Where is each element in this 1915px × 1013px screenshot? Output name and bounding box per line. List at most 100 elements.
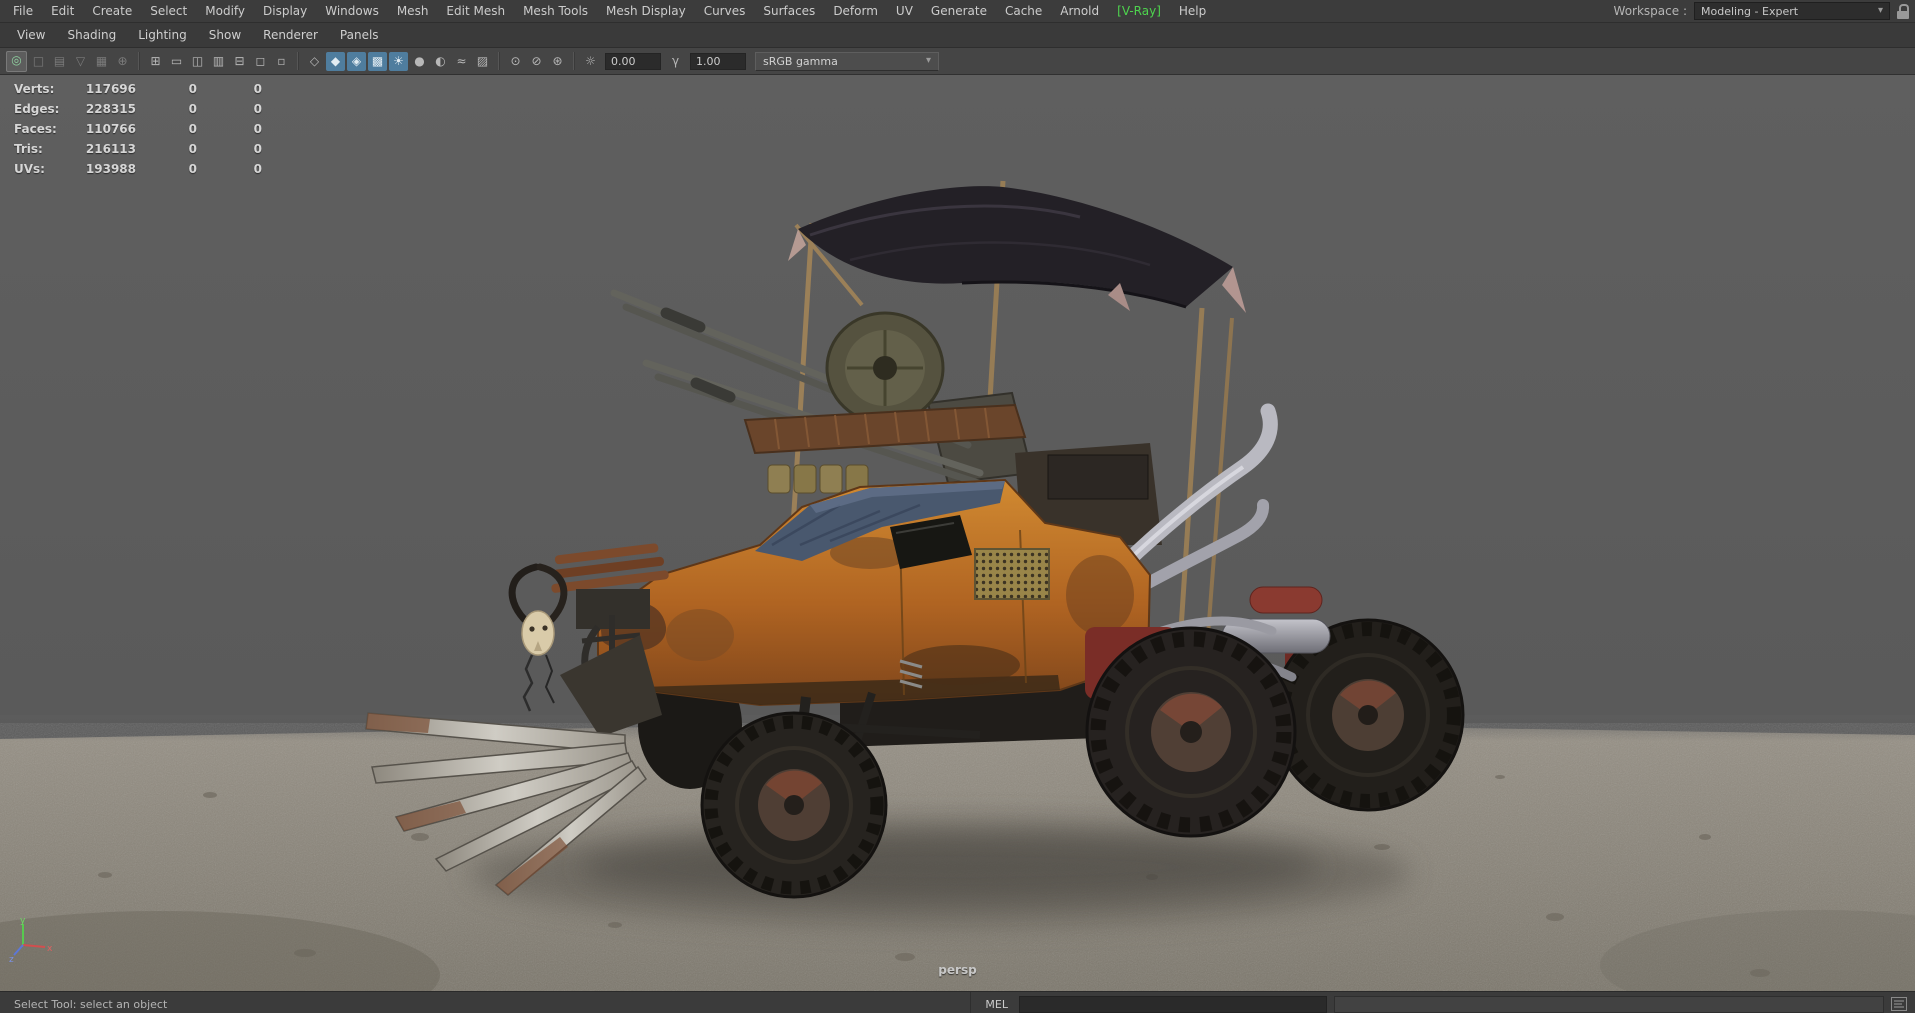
menu-item[interactable]: Create bbox=[83, 4, 141, 18]
image-plane-icon[interactable]: ▦ bbox=[92, 52, 111, 71]
hud-total-count: 228315 bbox=[85, 102, 136, 116]
menu-item[interactable]: Generate bbox=[922, 4, 996, 18]
hud-total-count: 117696 bbox=[85, 82, 136, 96]
wireframe-on-shaded-icon[interactable]: ◈ bbox=[347, 51, 366, 71]
separator bbox=[498, 52, 500, 70]
menu-item[interactable]: Surfaces bbox=[754, 4, 824, 18]
viewport[interactable]: Verts: 117696 0 0 Edges: 228315 0 0 Face… bbox=[0, 75, 1915, 991]
textured-icon[interactable]: ▩ bbox=[368, 51, 387, 71]
hud-label: UVs: bbox=[14, 162, 45, 176]
isolate-select-icon[interactable]: ⊙ bbox=[506, 52, 525, 71]
menu-item[interactable]: Deform bbox=[824, 4, 887, 18]
menu-item[interactable]: UV bbox=[887, 4, 922, 18]
hud-selected-count: 0 bbox=[188, 82, 197, 96]
color-management-select[interactable]: sRGB gamma ▾ bbox=[755, 51, 939, 71]
lock-camera-icon[interactable]: □ bbox=[29, 52, 48, 71]
camera-attributes-icon[interactable]: ▤ bbox=[50, 52, 69, 71]
command-result-field[interactable] bbox=[1334, 995, 1884, 1013]
menu-item[interactable]: Display bbox=[254, 4, 316, 18]
axis-y-label: y bbox=[20, 916, 26, 926]
workspace-value: Modeling - Expert bbox=[1701, 4, 1799, 18]
tool-help-text: Select Tool: select an object bbox=[14, 997, 168, 1011]
hud-selected-count: 0 bbox=[188, 122, 197, 136]
lock-workspace-icon[interactable] bbox=[1897, 3, 1909, 19]
ammo-drum bbox=[825, 311, 945, 425]
panel-menu-item[interactable]: Shading bbox=[56, 28, 127, 42]
hud-component-count: 0 bbox=[253, 102, 262, 116]
panel-menu-item[interactable]: View bbox=[6, 28, 56, 42]
separator bbox=[573, 52, 575, 70]
hud-row: Tris: 216113 0 0 bbox=[14, 139, 262, 159]
wireframe-icon[interactable]: ◇ bbox=[305, 52, 324, 71]
ambient-occlusion-icon[interactable]: ◐ bbox=[431, 52, 450, 71]
menu-item[interactable]: Cache bbox=[996, 4, 1051, 18]
menu-item[interactable]: Edit Mesh bbox=[437, 4, 514, 18]
menu-item[interactable]: Select bbox=[141, 4, 196, 18]
mel-command-input[interactable] bbox=[1019, 995, 1327, 1013]
panel-toolbar: ◎ □ ▤ ▽ ▦ ⊕ ⊞ ▭ ◫ ▥ ⊟ ◻ ▫ ◇ ◆ ◈ ▩ ☀ ● ◐ … bbox=[0, 48, 1915, 75]
safe-action-icon[interactable]: ◻ bbox=[251, 52, 270, 71]
grid-icon[interactable]: ⊞ bbox=[146, 52, 165, 71]
exposure-field[interactable]: 0.00 bbox=[605, 52, 661, 70]
pan-zoom-icon[interactable]: ⊕ bbox=[113, 52, 132, 71]
field-chart-icon[interactable]: ⊟ bbox=[230, 52, 249, 71]
chevron-down-icon: ▾ bbox=[925, 55, 931, 66]
hud-component-count: 0 bbox=[253, 122, 262, 136]
hud-label: Faces: bbox=[14, 122, 57, 136]
script-editor-icon[interactable] bbox=[1891, 997, 1907, 1011]
bookmarks-icon[interactable]: ▽ bbox=[71, 52, 90, 71]
menu-item[interactable]: [V-Ray] bbox=[1108, 4, 1170, 18]
panel-menu-item[interactable]: Lighting bbox=[127, 28, 198, 42]
workspace-selector[interactable]: Modeling - Expert ▾ bbox=[1694, 2, 1890, 20]
hud-label: Tris: bbox=[14, 142, 43, 156]
menu-item[interactable]: File bbox=[4, 4, 42, 18]
front-wheel bbox=[700, 711, 888, 899]
multisample-icon[interactable]: ▨ bbox=[473, 52, 492, 71]
axis-gizmo: y x z bbox=[9, 916, 53, 963]
main-menu-bar: File Edit Create Select Modify Display W… bbox=[0, 0, 1915, 23]
xray-icon[interactable]: ⊘ bbox=[527, 52, 546, 71]
axis-z-label: z bbox=[9, 955, 14, 963]
panel-menu-item[interactable]: Panels bbox=[329, 28, 390, 42]
exposure-icon[interactable]: ☼ bbox=[581, 52, 600, 71]
hud-total-count: 110766 bbox=[85, 122, 136, 136]
motion-blur-icon[interactable]: ≈ bbox=[452, 52, 471, 71]
menu-item[interactable]: Mesh Tools bbox=[514, 4, 597, 18]
panel-menu-item[interactable]: Show bbox=[198, 28, 252, 42]
hud-selected-count: 0 bbox=[188, 142, 197, 156]
hud-selected-count: 0 bbox=[188, 102, 197, 116]
color-management-value: sRGB gamma bbox=[763, 54, 838, 68]
rear-wheel bbox=[1085, 626, 1297, 838]
smooth-shade-icon[interactable]: ◆ bbox=[326, 51, 345, 71]
menu-item[interactable]: Mesh bbox=[388, 4, 438, 18]
gate-mask-icon[interactable]: ▥ bbox=[209, 52, 228, 71]
panel-menu-item[interactable]: Renderer bbox=[252, 28, 329, 42]
hud-row: Faces: 110766 0 0 bbox=[14, 119, 262, 139]
viewport-render bbox=[0, 75, 1915, 991]
safe-title-icon[interactable]: ▫ bbox=[272, 52, 291, 71]
gamma-icon[interactable]: γ bbox=[666, 52, 685, 71]
menu-item[interactable]: Curves bbox=[695, 4, 755, 18]
menu-item[interactable]: Arnold bbox=[1051, 4, 1108, 18]
status-bar: Select Tool: select an object MEL bbox=[0, 991, 1915, 1013]
film-gate-icon[interactable]: ▭ bbox=[167, 52, 186, 71]
shadows-icon[interactable]: ● bbox=[410, 52, 429, 71]
workspace-group: Workspace : Modeling - Expert ▾ bbox=[1614, 2, 1915, 20]
resolution-gate-icon[interactable]: ◫ bbox=[188, 52, 207, 71]
hud-row: UVs: 193988 0 0 bbox=[14, 159, 262, 179]
hud-row: Verts: 117696 0 0 bbox=[14, 79, 262, 99]
menu-item[interactable]: Modify bbox=[196, 4, 254, 18]
hud-component-count: 0 bbox=[253, 82, 262, 96]
use-all-lights-icon[interactable]: ☀ bbox=[389, 51, 408, 71]
gamma-field[interactable]: 1.00 bbox=[690, 52, 746, 70]
mel-toggle-button[interactable]: MEL bbox=[981, 998, 1012, 1011]
axis-x-label: x bbox=[47, 944, 53, 954]
hud-label: Edges: bbox=[14, 102, 60, 116]
menu-item[interactable]: Windows bbox=[316, 4, 388, 18]
separator bbox=[297, 52, 299, 70]
menu-item[interactable]: Mesh Display bbox=[597, 4, 695, 18]
menu-item[interactable]: Help bbox=[1170, 4, 1215, 18]
camera-select-icon[interactable]: ◎ bbox=[6, 50, 27, 72]
menu-item[interactable]: Edit bbox=[42, 4, 83, 18]
camera-based-selection-icon[interactable]: ⊛ bbox=[548, 52, 567, 71]
